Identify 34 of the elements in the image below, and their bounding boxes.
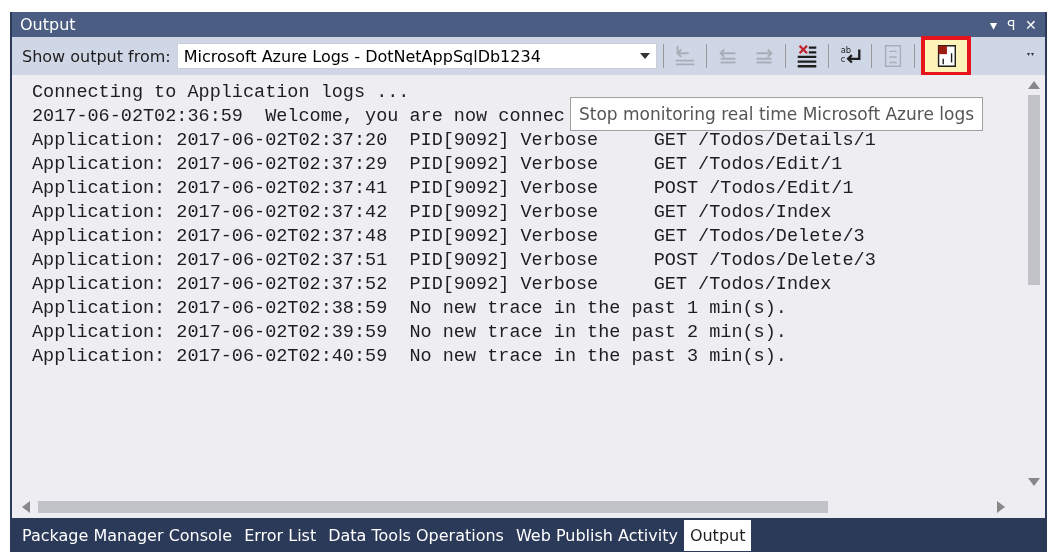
scroll-down-icon[interactable]: [1028, 478, 1040, 486]
panel-tab[interactable]: Package Manager Console: [16, 519, 239, 551]
scrollbar-thumb[interactable]: [1028, 95, 1040, 285]
log-line: Application: 2017-06-02T02:40:59 No new trace in the past 3 min(s).: [32, 345, 787, 369]
log-line: Application: 2017-06-02T02:37:20 PID[9092] Verbose GET /Todos/Details/1: [32, 129, 876, 153]
pin-button[interactable]: ꟼ: [1007, 15, 1015, 34]
scroll-right-icon[interactable]: [997, 501, 1005, 513]
source-dropdown[interactable]: Microsoft Azure Logs - DotNetAppSqlDb1234: [176, 43, 657, 69]
log-line: Application: 2017-06-02T02:37:48 PID[9092] Verbose GET /Todos/Delete/3: [32, 225, 865, 249]
scrollbar-thumb[interactable]: [38, 501, 828, 513]
close-button[interactable]: ✕: [1025, 16, 1037, 33]
caret-icon: [639, 53, 650, 59]
panel-tab[interactable]: Data Tools Operations: [322, 519, 510, 551]
log-line: Application: 2017-06-02T02:37:41 PID[9092] Verbose POST /Todos/Edit/1: [32, 177, 854, 201]
toolbar-button[interactable]: [920, 36, 971, 76]
log-line: Connecting to Application logs ...: [32, 81, 410, 105]
scroll-up-icon[interactable]: [1028, 81, 1040, 89]
tooltip: Stop monitoring real time Microsoft Azure logs: [570, 97, 984, 131]
panel-tab[interactable]: Output: [683, 519, 752, 551]
scroll-left-icon[interactable]: [22, 501, 30, 513]
toolbar-button[interactable]: ab c: [834, 41, 865, 71]
log-line: Application: 2017-06-02T02:38:59 No new trace in the past 1 min(s).: [32, 297, 787, 321]
panel-tab[interactable]: Error List: [238, 519, 323, 551]
panel-title: Output: [20, 15, 77, 34]
log-line: Application: 2017-06-02T02:37:51 PID[9092] Verbose POST /Todos/Delete/3: [32, 249, 876, 273]
panel-tab[interactable]: Web Publish Activity: [509, 519, 684, 551]
log-line: Application: 2017-06-02T02:37:29 PID[9092] Verbose GET /Todos/Edit/1: [32, 153, 843, 177]
log-line: Application: 2017-06-02T02:37:42 PID[9092] Verbose GET /Todos/Index: [32, 201, 832, 225]
overflow-icon[interactable]: [1027, 53, 1035, 59]
dropdown-button[interactable]: ▾: [990, 16, 997, 33]
log-line: 2017-06-02T02:36:59 Welcome, you are now connec: [32, 105, 565, 129]
source-label: Show output from:: [22, 46, 171, 66]
log-line: Application: 2017-06-02T02:37:52 PID[9092] Verbose GET /Todos/Index: [32, 273, 832, 297]
log-line: Application: 2017-06-02T02:39:59 No new trace in the past 2 min(s).: [32, 321, 787, 345]
